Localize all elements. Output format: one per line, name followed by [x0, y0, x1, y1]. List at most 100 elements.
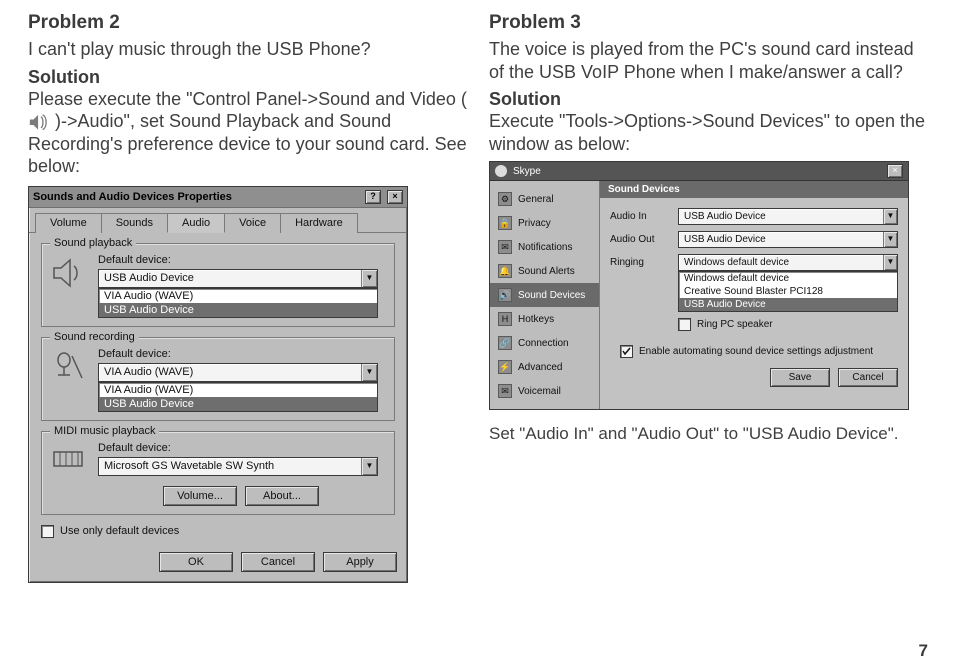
audio-out-label: Audio Out: [610, 234, 670, 245]
midi-icon: [52, 446, 86, 476]
dialog-titlebar[interactable]: Sounds and Audio Devices Properties ? ×: [29, 187, 407, 208]
figure-caption: Set "Audio In" and "Audio Out" to "USB A…: [489, 424, 932, 444]
recording-device-list[interactable]: VIA Audio (WAVE) USB Audio Device: [98, 382, 378, 412]
sidebar-item-label: Sound Alerts: [518, 266, 575, 277]
cancel-button[interactable]: Cancel: [241, 552, 315, 572]
sidebar-item-connection[interactable]: 🔗 Connection: [490, 331, 599, 355]
cancel-button[interactable]: Cancel: [838, 368, 898, 387]
sidebar-item-label: Connection: [518, 338, 569, 349]
group-playback-title: Sound playback: [50, 237, 136, 249]
sidebar-item-sound-alerts[interactable]: 🔔 Sound Alerts: [490, 259, 599, 283]
sidebar-item-privacy[interactable]: 🔒Privacy: [490, 211, 599, 235]
lock-icon: 🔒: [498, 216, 512, 230]
list-item[interactable]: USB Audio Device: [99, 303, 377, 317]
auto-adjust-label: Enable automating sound device settings …: [639, 346, 873, 357]
audio-in-label: Audio In: [610, 211, 670, 222]
solution2-label: Solution: [28, 67, 471, 88]
link-icon: 🔗: [498, 336, 512, 350]
sidebar-item-voicemail[interactable]: ✉ Voicemail: [490, 379, 599, 403]
auto-adjust-checkbox[interactable]: [620, 345, 633, 358]
group-sound-recording: Sound recording Default device: VIA Audi…: [41, 337, 395, 421]
bell-icon: 🔔: [498, 264, 512, 278]
tab-hardware[interactable]: Hardware: [280, 213, 358, 233]
list-item[interactable]: VIA Audio (WAVE): [99, 383, 377, 397]
solution3-text: Execute "Tools->Options->Sound Devices" …: [489, 110, 932, 155]
solution3-label: Solution: [489, 89, 932, 110]
list-item[interactable]: Creative Sound Blaster PCI128: [679, 285, 897, 298]
ringing-option-list[interactable]: Windows default device Creative Sound Bl…: [678, 271, 898, 312]
midi-default-label: Default device:: [98, 442, 384, 454]
about-button[interactable]: About...: [245, 486, 319, 506]
list-item[interactable]: Windows default device: [679, 272, 897, 285]
envelope-icon: ✉: [498, 240, 512, 254]
solution2-text: Please execute the "Control Panel->Sound…: [28, 88, 471, 178]
group-midi-title: MIDI music playback: [50, 425, 159, 437]
sidebar-item-label: General: [518, 194, 554, 205]
recording-default-label: Default device:: [98, 348, 384, 360]
apply-button[interactable]: Apply: [323, 552, 397, 572]
problem2-heading: Problem 2: [28, 12, 471, 34]
panel-heading: Sound Devices: [600, 181, 908, 198]
ring-pc-speaker-checkbox[interactable]: [678, 318, 691, 331]
voicemail-icon: ✉: [498, 384, 512, 398]
skype-options-dialog: Skype × ⚙ General 🔒Privacy ✉Notifications…: [489, 161, 909, 410]
playback-device-combo[interactable]: USB Audio Device ▼: [98, 269, 378, 288]
close-button[interactable]: ×: [887, 164, 903, 178]
group-recording-title: Sound recording: [50, 331, 139, 343]
chevron-down-icon[interactable]: ▼: [361, 270, 377, 287]
problem3-text: The voice is played from the PC's sound …: [489, 38, 932, 83]
volume-button[interactable]: Volume...: [163, 486, 237, 506]
sidebar-item-label: Voicemail: [518, 386, 561, 397]
playback-default-label: Default device:: [98, 254, 384, 266]
sidebar-item-hotkeys[interactable]: HHotkeys: [490, 307, 599, 331]
audio-out-combo[interactable]: USB Audio Device ▼: [678, 231, 898, 248]
tab-volume[interactable]: Volume: [35, 213, 102, 233]
ringing-value: Windows default device: [679, 257, 883, 268]
ok-button[interactable]: OK: [159, 552, 233, 572]
chevron-down-icon[interactable]: ▼: [361, 458, 377, 475]
midi-device-combo[interactable]: Microsoft GS Wavetable SW Synth ▼: [98, 457, 378, 476]
use-only-default-checkbox[interactable]: [41, 525, 54, 538]
gear-icon: ⚙: [498, 192, 512, 206]
list-item[interactable]: USB Audio Device: [99, 397, 377, 411]
tab-sounds[interactable]: Sounds: [101, 213, 168, 233]
chevron-down-icon[interactable]: ▼: [883, 232, 897, 247]
sidebar-item-sound-devices[interactable]: 🔊Sound Devices: [490, 283, 599, 307]
tab-audio[interactable]: Audio: [167, 213, 225, 233]
speaker-large-icon: [52, 258, 86, 288]
help-button[interactable]: ?: [365, 190, 381, 204]
midi-device-value: Microsoft GS Wavetable SW Synth: [99, 460, 361, 472]
sidebar-item-label: Advanced: [518, 362, 562, 373]
close-button[interactable]: ×: [387, 190, 403, 204]
audio-in-combo[interactable]: USB Audio Device ▼: [678, 208, 898, 225]
ringing-combo[interactable]: Windows default device ▼: [678, 254, 898, 271]
chevron-down-icon[interactable]: ▼: [883, 209, 897, 224]
dialog-title: Sounds and Audio Devices Properties: [33, 191, 232, 203]
sounds-audio-dialog: Sounds and Audio Devices Properties ? × …: [28, 186, 408, 583]
sidebar-item-label: Hotkeys: [518, 314, 554, 325]
speaker-icon: [28, 113, 50, 131]
sidebar-item-advanced[interactable]: ⚡ Advanced: [490, 355, 599, 379]
tab-strip: Volume Sounds Audio Voice Hardware: [29, 208, 407, 233]
ring-pc-speaker-label: Ring PC speaker: [697, 319, 773, 330]
chevron-down-icon[interactable]: ▼: [883, 255, 897, 270]
chevron-down-icon[interactable]: ▼: [361, 364, 377, 381]
solution2-post: )->Audio", set Sound Playback and Sound …: [28, 111, 467, 176]
microphone-icon: [52, 352, 86, 382]
skype-titlebar[interactable]: Skype ×: [490, 162, 908, 181]
list-item[interactable]: VIA Audio (WAVE): [99, 289, 377, 303]
use-only-default-label: Use only default devices: [60, 525, 179, 537]
group-midi-playback: MIDI music playback Default device: Micr…: [41, 431, 395, 515]
tab-voice[interactable]: Voice: [224, 213, 281, 233]
recording-device-combo[interactable]: VIA Audio (WAVE) ▼: [98, 363, 378, 382]
skype-logo-icon: [495, 165, 507, 177]
audio-out-value: USB Audio Device: [679, 234, 883, 245]
page-number: 7: [919, 641, 928, 661]
advanced-icon: ⚡: [498, 360, 512, 374]
sidebar-item-notifications[interactable]: ✉Notifications: [490, 235, 599, 259]
playback-device-list[interactable]: VIA Audio (WAVE) USB Audio Device: [98, 288, 378, 318]
save-button[interactable]: Save: [770, 368, 830, 387]
list-item[interactable]: USB Audio Device: [679, 298, 897, 311]
audio-in-value: USB Audio Device: [679, 211, 883, 222]
sidebar-item-general[interactable]: ⚙ General: [490, 187, 599, 211]
